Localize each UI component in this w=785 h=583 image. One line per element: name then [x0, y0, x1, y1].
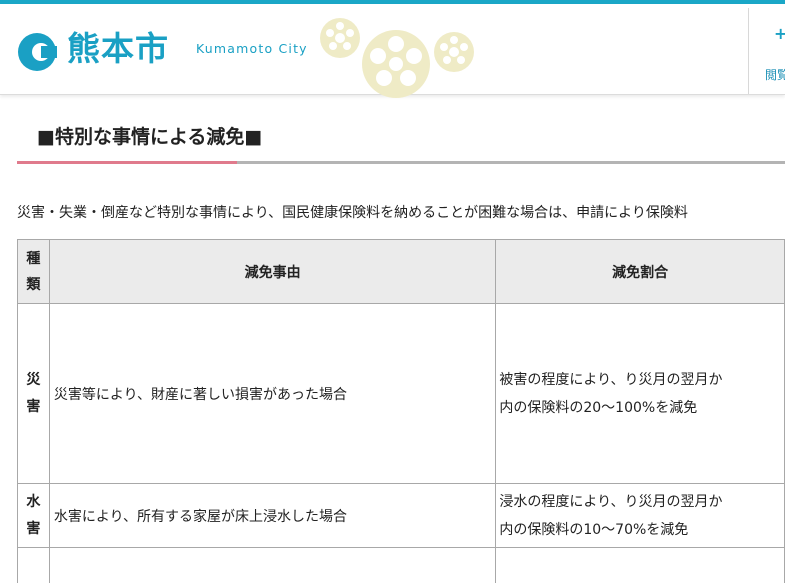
- header-divider: [748, 8, 749, 94]
- row-type-char: 災: [26, 371, 41, 388]
- row-rate: [495, 547, 785, 583]
- row-type-char: 害: [26, 520, 41, 537]
- row-reason: 災害等により、財産に著しい損害があった場合: [48, 303, 497, 484]
- site-header: 熊本市 Kumamoto City + 閲覧: [0, 4, 785, 98]
- utility-link-browse[interactable]: 閲覧: [765, 66, 785, 83]
- row-rate-line: 浸水の程度により、り災月の翌月か: [499, 493, 723, 510]
- row-type: [17, 547, 50, 583]
- row-type: 水 害: [17, 483, 50, 548]
- table-header-row: 種 類 減免事由 減免割合: [17, 239, 785, 304]
- row-type: 災 害: [17, 303, 50, 484]
- film-reel-decoration-icon: [320, 18, 474, 98]
- row-reason: 水害により、所有する家屋が床上浸水した場合: [48, 483, 497, 548]
- table-row: 災 害 災害等により、財産に著しい損害があった場合 被害の程度により、り災月の翌…: [17, 303, 785, 484]
- header-reason: 減免事由: [48, 239, 497, 304]
- title-underline-accent: [17, 161, 237, 164]
- utility-menu-icon[interactable]: +: [774, 26, 785, 42]
- city-logo-icon: [18, 33, 57, 71]
- row-rate-line: 内の保険料の20～100%を減免: [499, 399, 698, 416]
- table-row: 水 害 水害により、所有する家屋が床上浸水した場合 浸水の程度により、り災月の翌…: [17, 483, 785, 548]
- intro-paragraph: 災害・失業・倒産など特別な事情により、国民健康保険料を納めることが困難な場合は、…: [17, 205, 688, 221]
- section-title: ■特別な事情による減免■: [37, 126, 263, 148]
- row-type-char: 害: [26, 398, 41, 415]
- page: 熊本市 Kumamoto City + 閲覧 ■特別な事情による減免■ 災害・失…: [0, 0, 785, 583]
- header-type: 種 類: [17, 239, 50, 304]
- row-rate: 浸水の程度により、り災月の翌月か 内の保険料の10～70%を減免: [495, 483, 785, 548]
- header-type-char: 類: [26, 276, 41, 293]
- header-rate: 減免割合: [495, 239, 785, 304]
- row-rate: 被害の程度により、り災月の翌月か 内の保険料の20～100%を減免: [495, 303, 785, 484]
- table-row: [17, 547, 785, 583]
- reduction-table: 種 類 減免事由 減免割合 災 害 災害等により、財産に著しい損害があった場合 …: [17, 239, 785, 583]
- header-type-char: 種: [26, 250, 41, 267]
- row-rate-line: 内の保険料の10～70%を減免: [499, 521, 689, 538]
- row-type-char: 水: [26, 493, 41, 510]
- row-reason: [48, 547, 497, 583]
- logo-city-name-roman: Kumamoto City: [196, 41, 308, 56]
- logo-city-name: 熊本市: [67, 29, 169, 68]
- row-rate-line: 被害の程度により、り災月の翌月か: [499, 371, 723, 388]
